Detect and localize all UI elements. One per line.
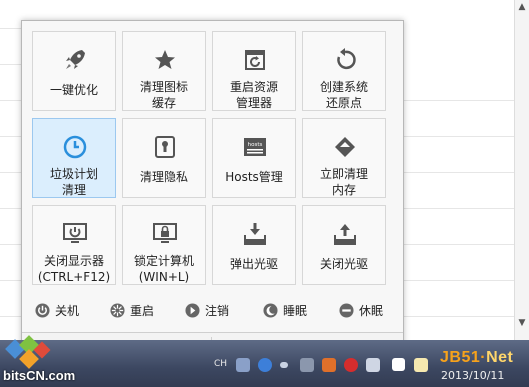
tile-one-click-optimize[interactable]: 一键优化 xyxy=(32,31,116,111)
hosts-icon: hosts xyxy=(244,138,266,156)
security-icon[interactable] xyxy=(344,358,358,372)
restart-icon xyxy=(110,302,125,318)
tile-label: 创建系统 还原点 xyxy=(319,80,368,110)
minus-circle-icon xyxy=(339,302,354,318)
power-options: 关机 重启 注销 睡眠 休眠 xyxy=(22,299,403,321)
tile-label: 弹出光驱 xyxy=(229,257,278,271)
rocket-icon xyxy=(66,50,85,69)
tile-close-drive[interactable]: 关闭光驱 xyxy=(302,205,386,285)
tile-label: 重启资源 管理器 xyxy=(229,80,278,110)
restart-button[interactable]: 重启 xyxy=(110,299,154,321)
chevron-down-icon[interactable] xyxy=(280,362,288,368)
privacy-lock-icon xyxy=(155,136,175,158)
clock-icon xyxy=(63,135,87,159)
flag-icon[interactable] xyxy=(414,358,428,372)
tile-lock-computer[interactable]: 锁定计算机 (WIN+L) xyxy=(122,205,206,285)
scroll-down-arrow[interactable]: ▼ xyxy=(516,318,528,332)
close-drive-icon xyxy=(334,224,356,245)
restart-label: 重启 xyxy=(130,303,155,318)
keyboard-icon[interactable] xyxy=(236,358,250,372)
restore-icon xyxy=(337,48,356,70)
tile-eject-drive[interactable]: 弹出光驱 xyxy=(212,205,296,285)
shutdown-label: 关机 xyxy=(55,303,80,318)
tile-turn-off-display[interactable]: 关闭显示器 (CTRL+F12) xyxy=(32,205,116,285)
scroll-up-arrow[interactable]: ▲ xyxy=(516,2,528,16)
tile-label: 关闭光驱 xyxy=(319,257,368,271)
shutdown-button[interactable]: 关机 xyxy=(35,299,79,321)
tile-label: 一键优化 xyxy=(49,83,98,97)
tile-clean-memory[interactable]: 立即清理 内存 xyxy=(302,118,386,198)
tile-create-restore-point[interactable]: 创建系统 还原点 xyxy=(302,31,386,111)
eraser-icon xyxy=(335,137,355,157)
tile-scheduled-cleanup[interactable]: 垃圾计划 清理 xyxy=(32,118,116,198)
help-icon[interactable] xyxy=(258,358,272,372)
tile-label: 立即清理 内存 xyxy=(319,167,368,197)
logoff-label: 注销 xyxy=(205,303,230,318)
tile-clear-icon-cache[interactable]: 清理图标 缓存 xyxy=(122,31,206,111)
tray-icon[interactable] xyxy=(300,358,314,372)
scrollbar[interactable]: ▲ ▼ xyxy=(514,0,529,340)
logoff-button[interactable]: 注销 xyxy=(185,299,229,321)
eject-icon xyxy=(244,223,266,245)
window-refresh-icon xyxy=(245,50,265,70)
svg-text:hosts: hosts xyxy=(248,142,263,148)
tile-label: 清理隐私 xyxy=(139,170,188,184)
tile-label: 关闭显示器 (CTRL+F12) xyxy=(37,254,111,284)
tile-label: 清理图标 缓存 xyxy=(139,80,188,110)
monitor-lock-icon xyxy=(153,223,177,243)
moon-icon xyxy=(263,302,278,318)
sleep-button[interactable]: 睡眠 xyxy=(263,299,307,321)
tray-app-icon[interactable] xyxy=(322,358,336,372)
grid-icon[interactable] xyxy=(392,358,405,371)
logoff-icon xyxy=(185,302,200,318)
tile-label: Hosts管理 xyxy=(225,170,283,184)
tile-restart-explorer[interactable]: 重启资源 管理器 xyxy=(212,31,296,111)
tile-hosts-manager[interactable]: hosts Hosts管理 xyxy=(212,118,296,198)
ime-indicator[interactable]: CH xyxy=(214,359,227,369)
hibernate-label: 休眠 xyxy=(359,303,384,318)
power-icon xyxy=(35,302,50,318)
sleep-label: 睡眠 xyxy=(283,303,308,318)
tile-label: 锁定计算机 (WIN+L) xyxy=(133,254,194,284)
clock-date[interactable]: 2013/10/11 xyxy=(441,369,504,382)
site-logo-text: bitsCN.com xyxy=(3,368,76,383)
tile-clear-privacy[interactable]: 清理隐私 xyxy=(122,118,206,198)
tile-label: 垃圾计划 清理 xyxy=(49,167,98,197)
star-icon xyxy=(155,50,175,69)
monitor-off-icon xyxy=(63,223,87,243)
watermark-brand: JB51·Net xyxy=(440,349,514,366)
taskbar: CH JB51·Net 2013/10/11 xyxy=(0,340,529,387)
hibernate-button[interactable]: 休眠 xyxy=(339,299,383,321)
magic-cube-popup: 一键优化 清理图标 缓存 重启资源 管理器 创建系统 还原点 垃圾计划 清理 清… xyxy=(21,20,404,366)
network-icon[interactable] xyxy=(366,358,380,372)
